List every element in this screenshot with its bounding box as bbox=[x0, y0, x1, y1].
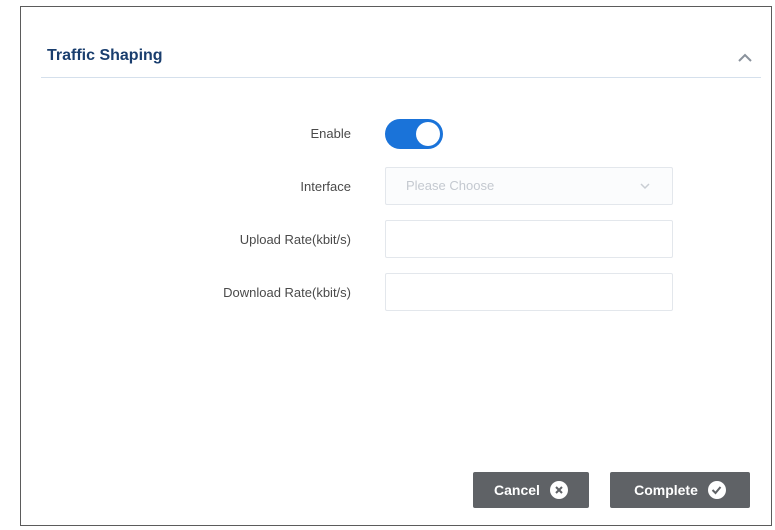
download-rate-row: Download Rate(kbit/s) bbox=[21, 273, 771, 313]
section-title: Traffic Shaping bbox=[47, 47, 163, 64]
interface-row: Interface Please Choose bbox=[21, 167, 771, 207]
enable-row: Enable bbox=[21, 114, 771, 154]
section-header[interactable]: Traffic Shaping bbox=[41, 37, 761, 78]
upload-rate-label: Upload Rate(kbit/s) bbox=[239, 232, 351, 247]
close-circle-icon bbox=[549, 481, 568, 499]
cancel-label: Cancel bbox=[494, 482, 540, 498]
interface-select[interactable]: Please Choose bbox=[385, 167, 673, 205]
download-rate-label: Download Rate(kbit/s) bbox=[223, 285, 351, 300]
check-circle-icon bbox=[707, 481, 726, 499]
cancel-button[interactable]: Cancel bbox=[473, 472, 589, 508]
toggle-knob bbox=[416, 122, 440, 146]
chevron-up-icon[interactable] bbox=[737, 53, 753, 63]
chevron-down-icon bbox=[640, 183, 650, 190]
interface-placeholder: Please Choose bbox=[406, 178, 495, 193]
upload-rate-row: Upload Rate(kbit/s) bbox=[21, 220, 771, 260]
complete-label: Complete bbox=[634, 482, 698, 498]
enable-label: Enable bbox=[310, 126, 351, 141]
interface-label: Interface bbox=[300, 179, 351, 194]
enable-toggle[interactable] bbox=[385, 119, 443, 149]
traffic-shaping-panel: Traffic Shaping Enable Interface Please … bbox=[20, 6, 772, 526]
upload-rate-input[interactable] bbox=[385, 220, 673, 258]
complete-button[interactable]: Complete bbox=[610, 472, 750, 508]
download-rate-input[interactable] bbox=[385, 273, 673, 311]
